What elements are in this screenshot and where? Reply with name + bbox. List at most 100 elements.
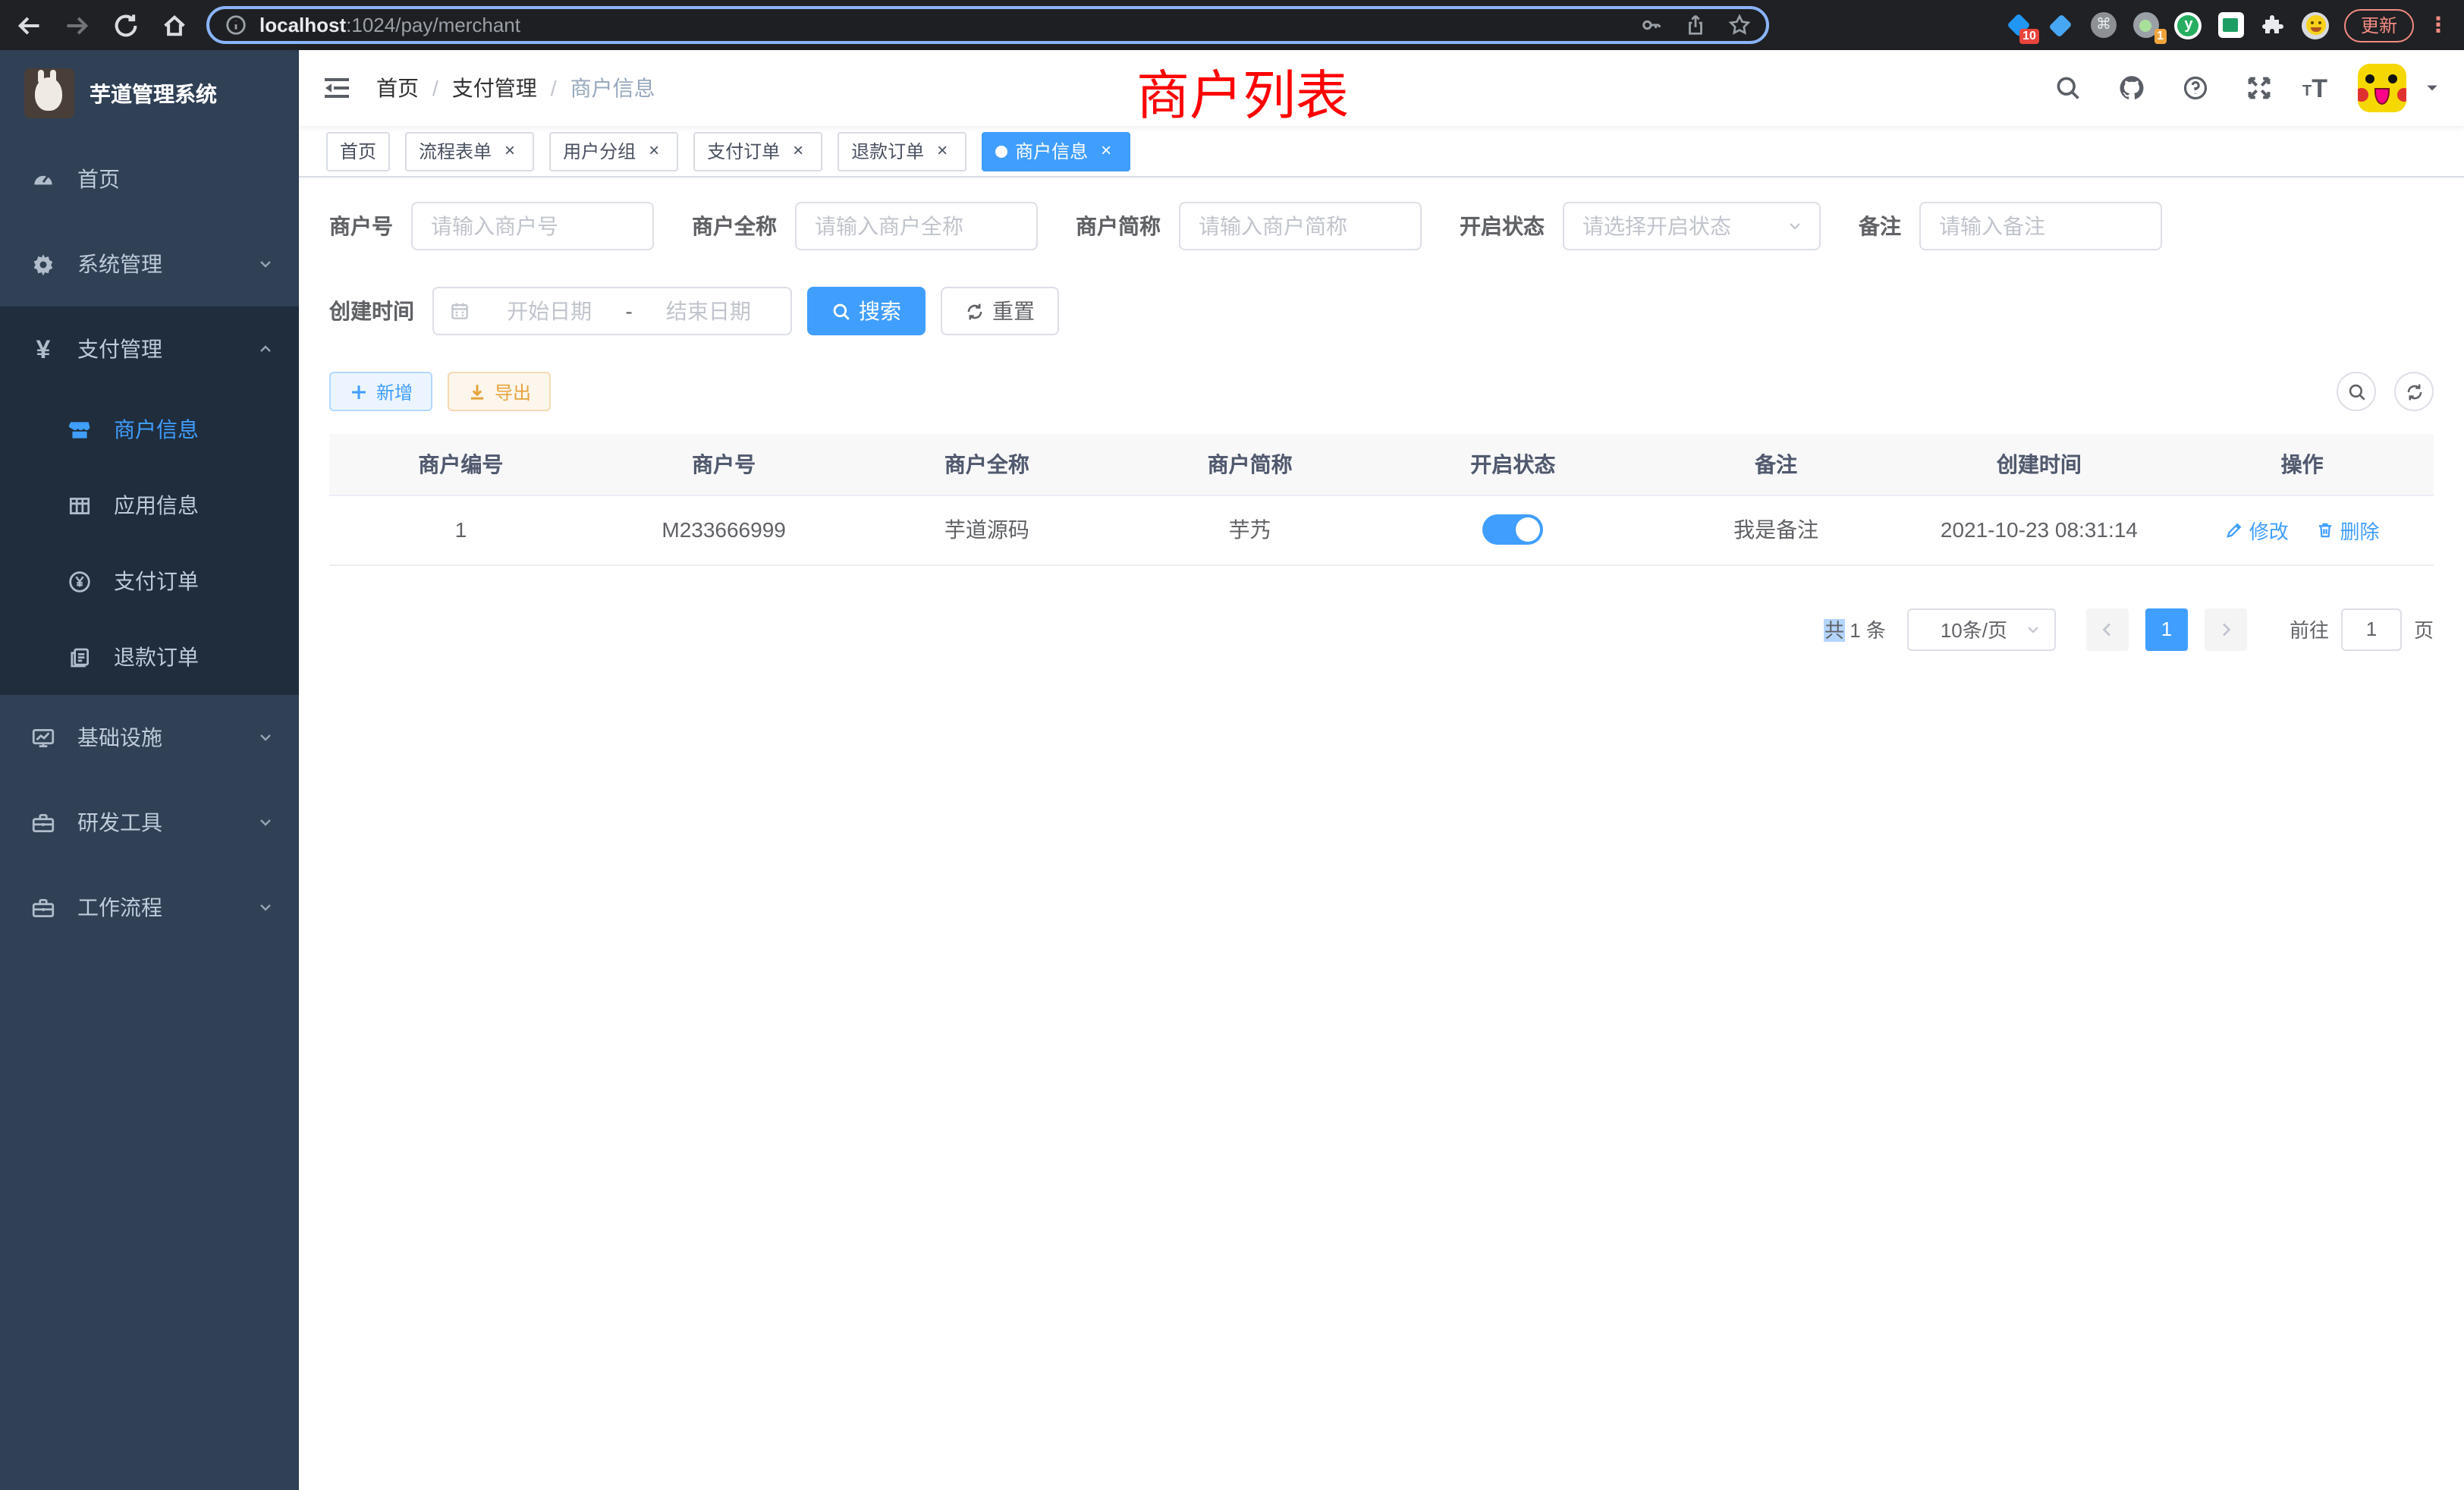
next-page-button[interactable]: [2205, 608, 2247, 650]
sidebar-item-devtools[interactable]: 研发工具: [0, 780, 299, 865]
sidebar-item-system[interactable]: 系统管理: [0, 222, 299, 306]
pagination: 共 1 条 10条/页 1 前往: [329, 608, 2434, 650]
status-select[interactable]: 请选择开启状态: [1563, 202, 1821, 250]
extension-gem-icon[interactable]: [2047, 11, 2076, 39]
tab-refund-order[interactable]: 退款订单×: [838, 131, 966, 171]
monitor-icon: [30, 725, 56, 750]
pagination-total: 共 1 条: [1824, 615, 1886, 643]
browser-menu-icon[interactable]: ⋮: [2428, 12, 2449, 38]
chevron-down-icon: [1786, 217, 1804, 235]
documents-icon: [67, 644, 93, 670]
reset-button[interactable]: 重置: [941, 287, 1059, 335]
sidebar-item-merchant-info[interactable]: 商户信息: [0, 391, 299, 467]
refresh-table-button[interactable]: [2394, 372, 2434, 411]
merchant-table: 商户编号 商户号 商户全称 商户简称 开启状态 备注 创建时间 操作 1: [329, 434, 2434, 565]
browser-home-icon[interactable]: [161, 11, 188, 39]
tab-user-group[interactable]: 用户分组×: [549, 131, 678, 171]
close-tab-icon[interactable]: ×: [787, 140, 809, 162]
browser-forward-icon[interactable]: [64, 11, 91, 39]
export-button[interactable]: 导出: [448, 372, 551, 411]
breadcrumb-home[interactable]: 首页: [376, 73, 419, 103]
sidebar-item-pay-order[interactable]: 支付订单: [0, 543, 299, 619]
page-size-select[interactable]: 10条/页: [1907, 608, 2056, 650]
site-info-icon[interactable]: [225, 14, 247, 36]
chevron-up-icon: [256, 340, 275, 358]
col-short-name: 商户简称: [1118, 434, 1381, 495]
extension-command-icon[interactable]: ⌘: [2089, 11, 2118, 39]
tags-view-bar: 首页 流程表单× 用户分组× 支付订单× 退款订单× 商户信息×: [299, 126, 2464, 178]
header-search-icon[interactable]: [2041, 62, 2093, 114]
fullscreen-icon[interactable]: [2233, 62, 2284, 114]
browser-reload-icon[interactable]: [112, 11, 140, 39]
sidebar-item-pay[interactable]: ¥ 支付管理: [0, 306, 299, 391]
cell-merchant-no: M233666999: [592, 495, 856, 564]
extension-avatar-icon[interactable]: 1: [2132, 11, 2161, 39]
browser-toolbar: localhost:1024/pay/merchant 10 ⌘: [0, 0, 2464, 50]
tab-merchant-info[interactable]: 商户信息×: [982, 131, 1130, 171]
full-name-input[interactable]: [795, 202, 1038, 250]
extension-badge: 10: [2019, 29, 2039, 44]
search-button[interactable]: 搜索: [807, 287, 926, 335]
sidebar-logo[interactable]: 芋道管理系统: [0, 50, 299, 137]
extensions-puzzle-icon[interactable]: [2259, 11, 2288, 39]
github-icon[interactable]: [2105, 62, 2157, 114]
full-name-label: 商户全称: [692, 211, 777, 241]
browser-back-icon[interactable]: [15, 11, 42, 39]
sidebar-item-infra[interactable]: 基础设施: [0, 695, 299, 780]
chevron-down-icon: [256, 728, 275, 747]
extension-y-icon[interactable]: y: [2174, 11, 2203, 39]
page-content: 商户号 商户全称 商户简称 开启状态 请选择开启状态: [299, 178, 2464, 1490]
browser-profile-avatar[interactable]: [2302, 11, 2330, 39]
share-icon[interactable]: [1684, 14, 1707, 36]
user-avatar[interactable]: [2358, 64, 2406, 112]
sidebar-item-refund-order[interactable]: 退款订单: [0, 619, 299, 695]
delete-link[interactable]: 删除: [2316, 515, 2380, 544]
help-icon[interactable]: [2169, 62, 2220, 114]
close-tab-icon[interactable]: ×: [499, 140, 520, 162]
col-merchant-id: 商户编号: [329, 434, 592, 495]
gear-icon: [30, 251, 56, 277]
user-menu-caret-icon[interactable]: [2425, 80, 2440, 96]
extension-grid-icon[interactable]: 10: [2004, 11, 2033, 39]
breadcrumb-pay[interactable]: 支付管理: [452, 73, 537, 103]
toggle-search-button[interactable]: [2337, 372, 2376, 411]
goto-page-input[interactable]: [2341, 608, 2402, 650]
dashboard-icon: [30, 166, 56, 192]
sidebar-item-home[interactable]: 首页: [0, 137, 299, 222]
bookmark-star-icon[interactable]: [1728, 14, 1751, 36]
toolbox-icon: [30, 809, 56, 835]
sidebar-item-workflow[interactable]: 工作流程: [0, 865, 299, 950]
tab-home[interactable]: 首页: [326, 131, 390, 171]
password-key-icon[interactable]: [1640, 14, 1663, 36]
status-toggle[interactable]: [1482, 514, 1543, 545]
close-tab-icon[interactable]: ×: [643, 140, 665, 162]
grid-icon: [67, 492, 93, 518]
sidebar: 芋道管理系统 首页 系统管理 ¥ 支付管理: [0, 50, 299, 1490]
address-bar[interactable]: localhost:1024/pay/merchant: [206, 6, 1769, 44]
sidebar-toggle-icon[interactable]: [322, 73, 352, 103]
col-full-name: 商户全称: [856, 434, 1119, 495]
remark-input[interactable]: [1919, 202, 2162, 250]
font-size-icon[interactable]: TT: [2296, 75, 2334, 101]
tab-pay-order[interactable]: 支付订单×: [693, 131, 822, 171]
chrome-update-button[interactable]: 更新: [2344, 8, 2414, 42]
edit-link[interactable]: 修改: [2225, 515, 2289, 544]
merchant-no-input[interactable]: [411, 202, 654, 250]
chevron-down-icon: [256, 898, 275, 916]
sidebar-item-app-info[interactable]: 应用信息: [0, 467, 299, 543]
extension-chat-icon[interactable]: [2217, 11, 2246, 39]
cell-merchant-id: 1: [329, 495, 592, 564]
add-button[interactable]: 新增: [329, 372, 432, 411]
short-name-input[interactable]: [1179, 202, 1422, 250]
screen: localhost:1024/pay/merchant 10 ⌘: [0, 0, 2464, 1490]
close-tab-icon[interactable]: ×: [932, 140, 953, 162]
close-tab-icon[interactable]: ×: [1095, 140, 1117, 162]
yen-icon: ¥: [30, 336, 56, 362]
extension-row: 10 ⌘ 1 y 更新 ⋮: [1784, 8, 2449, 42]
prev-page-button[interactable]: [2086, 608, 2129, 650]
tab-process-form[interactable]: 流程表单×: [405, 131, 534, 171]
create-time-range-picker[interactable]: 开始日期 - 结束日期: [432, 287, 792, 335]
status-label: 开启状态: [1460, 211, 1545, 241]
app-title: 芋道管理系统: [90, 78, 217, 108]
page-number-1[interactable]: 1: [2145, 608, 2188, 650]
